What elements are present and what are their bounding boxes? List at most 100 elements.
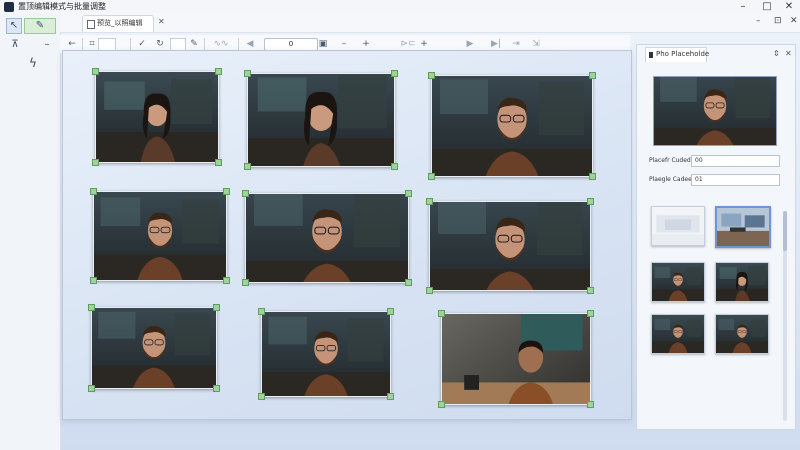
resize-handle[interactable] xyxy=(589,72,596,79)
resize-handle[interactable] xyxy=(223,188,230,195)
resize-handle[interactable] xyxy=(587,310,594,317)
resize-handle[interactable] xyxy=(426,198,433,205)
back-arrow-icon[interactable]: ← xyxy=(66,37,78,51)
arrow-select-icon[interactable]: ↖ xyxy=(6,18,22,34)
scrollbar-thumb[interactable] xyxy=(783,211,787,251)
photo-item[interactable] xyxy=(91,307,217,389)
photo-thumbnail[interactable] xyxy=(651,314,705,354)
resize-handle[interactable] xyxy=(242,279,249,286)
resize-handle[interactable] xyxy=(587,287,594,294)
resize-handle[interactable] xyxy=(426,287,433,294)
resize-handle[interactable] xyxy=(213,304,220,311)
photo-thumbnail[interactable] xyxy=(715,206,771,248)
pin-panel-icon[interactable]: ⇕ xyxy=(773,49,780,58)
resize-handle[interactable] xyxy=(88,304,95,311)
field-label: Placefr Cuded xyxy=(649,157,691,164)
save-icon[interactable]: ▣ xyxy=(318,37,328,51)
play-icon[interactable]: ▶ xyxy=(464,37,476,51)
resize-handle[interactable] xyxy=(391,70,398,77)
resize-handle[interactable] xyxy=(88,385,95,392)
close-button[interactable]: ✕ xyxy=(776,0,800,14)
pen-icon[interactable]: ✎ xyxy=(24,18,56,34)
minus-icon[interactable]: – xyxy=(338,37,350,51)
resize-handle[interactable] xyxy=(438,401,445,408)
step-forward-icon[interactable]: ▶| xyxy=(490,37,502,51)
photo-item[interactable] xyxy=(441,313,591,405)
close-tab-icon[interactable]: ✕ xyxy=(158,17,165,26)
photo-item[interactable] xyxy=(93,191,227,281)
tab-photo-panel[interactable]: Pho Placeholde xyxy=(645,47,710,62)
resize-handle[interactable] xyxy=(405,190,412,197)
app-logo-icon xyxy=(4,2,14,12)
resize-handle[interactable] xyxy=(428,173,435,180)
plus-icon[interactable]: + xyxy=(360,37,372,51)
resize-handle[interactable] xyxy=(244,163,251,170)
editing-canvas[interactable] xyxy=(62,50,632,420)
play-back-icon[interactable]: ◀ xyxy=(244,37,256,51)
resize-handle[interactable] xyxy=(587,401,594,408)
resize-handle[interactable] xyxy=(428,72,435,79)
toolbar-separator xyxy=(238,38,239,50)
photo-item[interactable] xyxy=(431,75,593,177)
export-icon[interactable]: ⇲ xyxy=(530,37,542,51)
minus-icon[interactable]: – xyxy=(40,38,54,52)
resize-handle[interactable] xyxy=(258,393,265,400)
resize-handle[interactable] xyxy=(244,70,251,77)
window-title: 置顶编辑模式与批量调整 xyxy=(18,2,106,11)
photo-thumbnail[interactable] xyxy=(651,262,705,302)
add-icon[interactable]: + xyxy=(418,37,430,51)
photo-item[interactable] xyxy=(245,193,409,283)
crop-icon[interactable]: ⌗ xyxy=(86,37,98,51)
resize-handle[interactable] xyxy=(213,385,220,392)
resize-handle[interactable] xyxy=(215,159,222,166)
skip-icon[interactable]: ⇥ xyxy=(510,37,522,51)
resize-handle[interactable] xyxy=(242,190,249,197)
minimize-button[interactable]: – xyxy=(730,0,756,14)
toolbar-separator xyxy=(204,38,205,50)
close-panel-icon[interactable]: ✕ xyxy=(785,49,792,58)
placeholder-input-1[interactable]: 00 xyxy=(691,155,780,167)
tab-strip: 预览_以照编辑 ✕ – ⊡ ✕ xyxy=(60,14,800,33)
panel-tab-label: Pho Placeholde xyxy=(656,50,710,58)
placeholder-input-2[interactable]: 01 xyxy=(691,174,780,186)
title-bar: 置顶编辑模式与批量调整 – □ ✕ xyxy=(0,0,800,14)
photo-panel: Pho Placeholde ⇕ ✕ Placefr Cuded 00 Plae… xyxy=(636,44,796,430)
panel-scrollbar[interactable] xyxy=(783,211,787,421)
resize-handle[interactable] xyxy=(587,198,594,205)
panel-close-button[interactable]: ✕ xyxy=(790,16,798,26)
photo-item[interactable] xyxy=(247,73,395,167)
photo-thumbnail[interactable] xyxy=(715,314,769,354)
photo-item[interactable] xyxy=(429,201,591,291)
panel-tab-icon xyxy=(649,52,653,58)
lightning-icon[interactable]: ϟ xyxy=(26,56,40,70)
selected-photo-preview xyxy=(653,76,777,146)
panel-minimize-button[interactable]: – xyxy=(756,16,761,26)
photo-item[interactable] xyxy=(261,311,391,397)
photo-item[interactable] xyxy=(95,71,219,163)
rotate-icon[interactable]: ↻ xyxy=(154,37,166,51)
pin-icon[interactable]: ⊼ xyxy=(8,38,22,52)
resize-handle[interactable] xyxy=(223,277,230,284)
resize-handle[interactable] xyxy=(405,279,412,286)
brush-icon[interactable]: ✎ xyxy=(188,37,200,51)
resize-handle[interactable] xyxy=(387,393,394,400)
resize-handle[interactable] xyxy=(92,159,99,166)
photo-thumbnail[interactable] xyxy=(715,262,769,302)
resize-handle[interactable] xyxy=(391,163,398,170)
resize-handle[interactable] xyxy=(92,68,99,75)
resize-handle[interactable] xyxy=(215,68,222,75)
tab-label: 预览_以照编辑 xyxy=(97,19,143,27)
resize-handle[interactable] xyxy=(258,308,265,315)
resize-handle[interactable] xyxy=(90,277,97,284)
wave-icon[interactable]: ∿∿ xyxy=(210,37,232,51)
resize-handle[interactable] xyxy=(90,188,97,195)
page-icon[interactable]: ⊳⊂ xyxy=(398,37,418,51)
resize-handle[interactable] xyxy=(387,308,394,315)
check-icon[interactable]: ✓ xyxy=(136,37,148,51)
toolbar-separator xyxy=(130,38,131,50)
photo-thumbnail[interactable] xyxy=(651,206,705,246)
tab-document[interactable]: 预览_以照编辑 xyxy=(82,15,154,32)
panel-restore-button[interactable]: ⊡ xyxy=(774,16,782,26)
resize-handle[interactable] xyxy=(438,310,445,317)
resize-handle[interactable] xyxy=(589,173,596,180)
